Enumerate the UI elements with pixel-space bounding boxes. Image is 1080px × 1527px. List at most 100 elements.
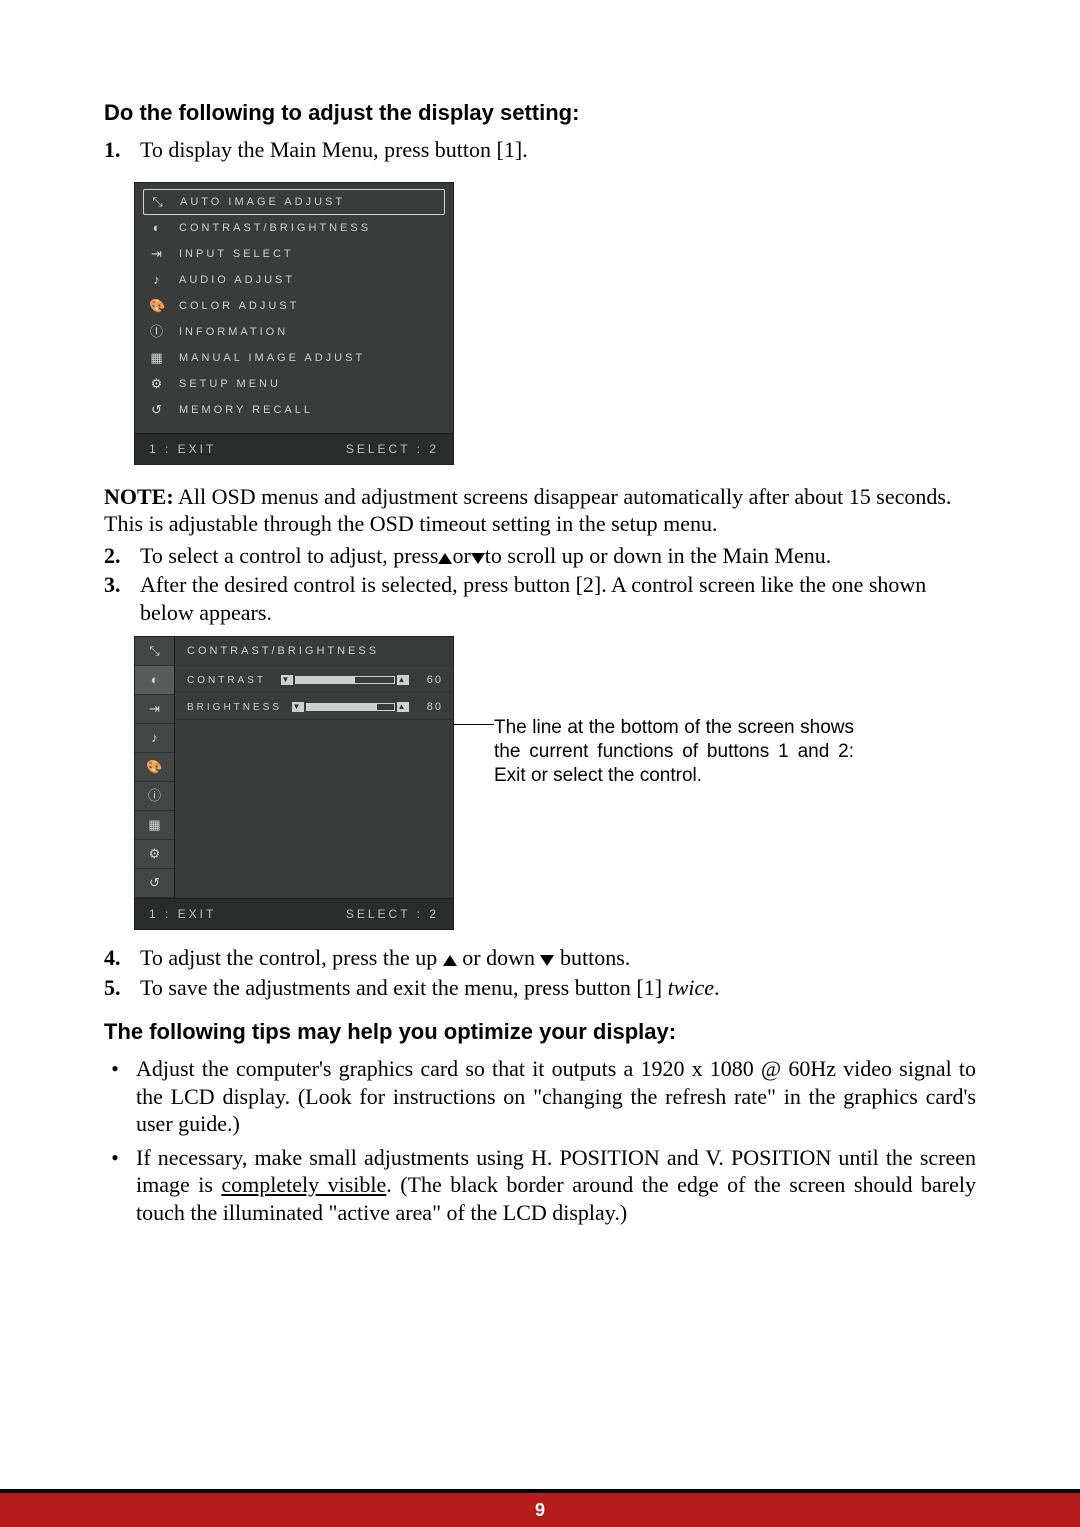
- step-2-number: 2.: [104, 542, 132, 570]
- osd-menu-item: ⓘ INFORMATION: [143, 319, 445, 345]
- contrast-brightness-icon: ◐: [149, 221, 167, 235]
- information-icon: ⓘ: [146, 789, 164, 803]
- osd-menu-item: ⤡ AUTO IMAGE ADJUST: [143, 189, 445, 215]
- osd-side-icon-cell: ↺: [135, 869, 174, 898]
- osd-control-screen: ⤡ ◐ ⇥ ♪ 🎨 ⓘ ▦ ⚙ ↺ CONTRAST/BRIGHTNESS CONTRAST ▼ ▲…: [134, 636, 454, 930]
- step-5-number: 5.: [104, 974, 132, 1002]
- osd-control-slider: [306, 703, 395, 711]
- osd-side-icon-cell: ▦: [135, 811, 174, 840]
- osd-menu-item-label: CONTRAST/BRIGHTNESS: [179, 222, 371, 234]
- osd-foot-exit: 1 : EXIT: [149, 442, 216, 456]
- osd-menu-item-label: AUDIO ADJUST: [179, 274, 295, 286]
- decrement-icon: ▼: [292, 702, 304, 712]
- osd-control-title: CONTRAST/BRIGHTNESS: [175, 637, 453, 666]
- osd-side-icon-cell: ♪: [135, 724, 174, 753]
- step-4: 4. To adjust the control, press the up o…: [104, 944, 976, 972]
- note-paragraph: NOTE: All OSD menus and adjustment scree…: [104, 483, 976, 538]
- audio-adjust-icon: ♪: [149, 273, 167, 287]
- decrement-icon: ▼: [281, 675, 293, 685]
- heading-tips: The following tips may help you optimize…: [104, 1019, 976, 1045]
- osd-foot-select: SELECT : 2: [346, 442, 439, 456]
- osd-main-menu-footer: 1 : EXIT SELECT : 2: [135, 433, 453, 464]
- input-select-icon: ⇥: [146, 702, 164, 716]
- manual-image-adjust-icon: ▦: [149, 351, 167, 365]
- osd-menu-item-label: MEMORY RECALL: [179, 404, 313, 416]
- bullet-icon: •: [104, 1144, 126, 1227]
- tip-1: • Adjust the computer's graphics card so…: [104, 1055, 976, 1138]
- osd-control-footer: 1 : EXIT SELECT : 2: [135, 898, 453, 929]
- osd-menu-item-label: MANUAL IMAGE ADJUST: [179, 352, 365, 364]
- osd-menu-item: 🎨 COLOR ADJUST: [143, 293, 445, 319]
- tip-1-text: Adjust the computer's graphics card so t…: [136, 1055, 976, 1138]
- up-triangle-icon: [438, 553, 452, 564]
- note-text: All OSD menus and adjustment screens dis…: [104, 484, 951, 537]
- osd-side-icon-cell: ⓘ: [135, 782, 174, 811]
- step-3-number: 3.: [104, 571, 132, 626]
- information-icon: ⓘ: [149, 325, 167, 339]
- callout-text: The line at the bottom of the screen sho…: [494, 636, 854, 787]
- osd-menu-item: ◐ CONTRAST/BRIGHTNESS: [143, 215, 445, 241]
- down-triangle-icon: [471, 553, 485, 564]
- osd-menu-item-label: COLOR ADJUST: [179, 300, 299, 312]
- setup-menu-icon: ⚙: [146, 847, 164, 861]
- step-1: 1. To display the Main Menu, press butto…: [104, 136, 976, 164]
- auto-image-adjust-icon: ⤡: [150, 195, 168, 209]
- osd-main-menu: ⤡ AUTO IMAGE ADJUST ◐ CONTRAST/BRIGHTNESS ⇥ I…: [134, 182, 454, 465]
- bullet-icon: •: [104, 1055, 126, 1138]
- note-label: NOTE:: [104, 484, 174, 509]
- osd-side-icon-cell: ⚙: [135, 840, 174, 869]
- osd-control-label: CONTRAST: [187, 675, 271, 686]
- tip-2: • If necessary, make small adjustments u…: [104, 1144, 976, 1227]
- memory-recall-icon: ↺: [149, 403, 167, 417]
- osd-control-row: CONTRAST ▼ ▲ 60: [175, 666, 453, 693]
- osd-menu-item-label: SETUP MENU: [179, 378, 281, 390]
- step-1-text: To display the Main Menu, press button […: [140, 136, 528, 164]
- osd-control-row: BRIGHTNESS ▼ ▲ 80: [175, 693, 453, 720]
- tip-2-text: If necessary, make small adjustments usi…: [136, 1144, 976, 1227]
- step-4-number: 4.: [104, 944, 132, 972]
- callout-leader-line: [454, 724, 494, 725]
- osd-control-slider: [295, 676, 395, 684]
- osd-menu-item: ⇥ INPUT SELECT: [143, 241, 445, 267]
- audio-adjust-icon: ♪: [146, 731, 164, 745]
- contrast-brightness-icon: ◐: [146, 673, 164, 687]
- step-4-text: To adjust the control, press the up or d…: [140, 944, 630, 972]
- manual-image-adjust-icon: ▦: [146, 818, 164, 832]
- step-5-text: To save the adjustments and exit the men…: [140, 974, 720, 1002]
- osd-foot-exit: 1 : EXIT: [149, 907, 216, 921]
- increment-icon: ▲: [397, 675, 409, 685]
- step-3: 3. After the desired control is selected…: [104, 571, 976, 626]
- osd-menu-item: ⚙ SETUP MENU: [143, 371, 445, 397]
- increment-icon: ▲: [397, 702, 409, 712]
- setup-menu-icon: ⚙: [149, 377, 167, 391]
- step-2-text: To select a control to adjust, pressorto…: [140, 542, 831, 570]
- memory-recall-icon: ↺: [146, 876, 164, 890]
- step-2: 2. To select a control to adjust, presso…: [104, 542, 976, 570]
- step-3-text: After the desired control is selected, p…: [140, 571, 976, 626]
- input-select-icon: ⇥: [149, 247, 167, 261]
- down-triangle-icon: [540, 955, 554, 966]
- osd-control-label: BRIGHTNESS: [187, 702, 282, 713]
- osd-side-icon-cell: ◐: [135, 666, 174, 695]
- step-5: 5. To save the adjustments and exit the …: [104, 974, 976, 1002]
- osd-menu-item: ♪ AUDIO ADJUST: [143, 267, 445, 293]
- osd-control-value: 80: [419, 701, 443, 713]
- osd-foot-select: SELECT : 2: [346, 907, 439, 921]
- osd-menu-item-label: AUTO IMAGE ADJUST: [180, 196, 345, 208]
- step-1-number: 1.: [104, 136, 132, 164]
- page-number: 9: [535, 1500, 545, 1520]
- heading-adjust: Do the following to adjust the display s…: [104, 100, 976, 126]
- osd-side-icon-cell: ⤡: [135, 637, 174, 666]
- osd-control-value: 60: [419, 674, 443, 686]
- osd-side-icon-cell: 🎨: [135, 753, 174, 782]
- page-footer: 9: [0, 1493, 1080, 1527]
- color-adjust-icon: 🎨: [149, 299, 167, 313]
- auto-image-adjust-icon: ⤡: [146, 644, 164, 658]
- osd-menu-item-label: INPUT SELECT: [179, 248, 294, 260]
- up-triangle-icon: [443, 955, 457, 966]
- osd-menu-item: ▦ MANUAL IMAGE ADJUST: [143, 345, 445, 371]
- osd-side-icon-cell: ⇥: [135, 695, 174, 724]
- osd-menu-item-label: INFORMATION: [179, 326, 288, 338]
- osd-menu-item: ↺ MEMORY RECALL: [143, 397, 445, 423]
- color-adjust-icon: 🎨: [146, 760, 164, 774]
